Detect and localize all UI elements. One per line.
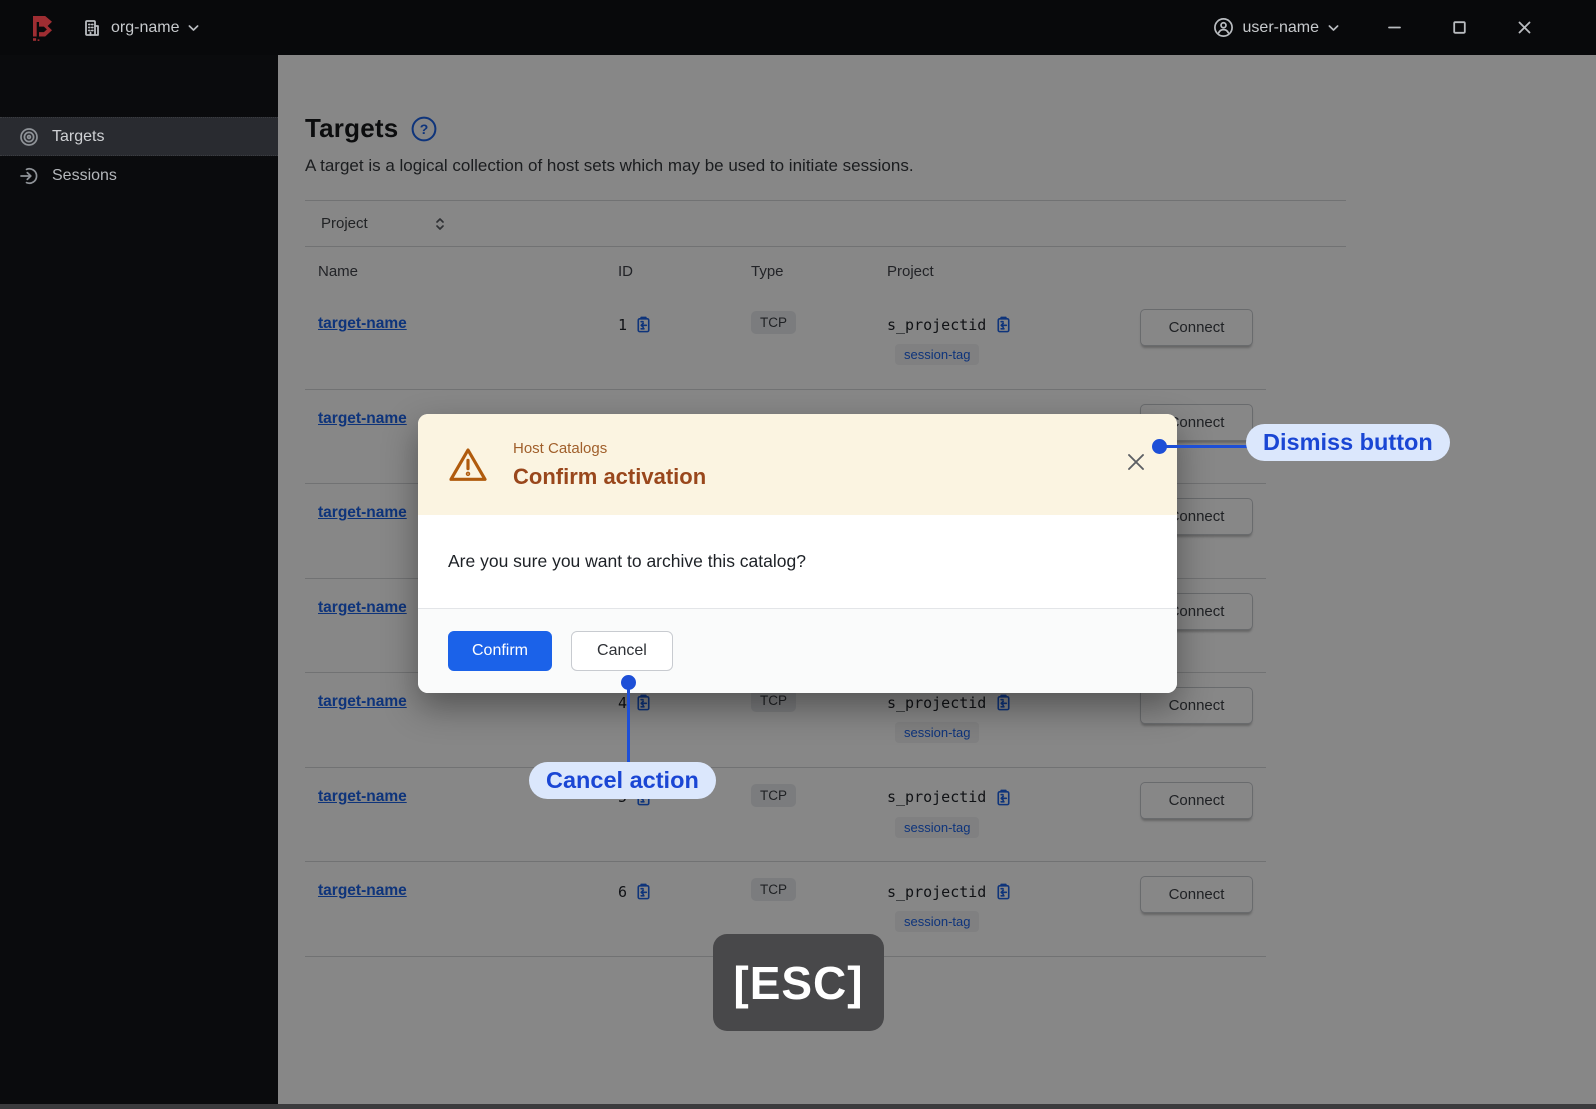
boundary-logo	[26, 12, 58, 44]
sidebar-item-sessions[interactable]: Sessions	[0, 156, 278, 195]
maximize-icon	[1453, 21, 1466, 34]
close-icon	[1518, 21, 1531, 34]
chevron-down-icon	[189, 24, 199, 31]
dismiss-button[interactable]	[1123, 449, 1149, 475]
topbar: org-name user-name	[0, 0, 1596, 55]
boundary-window: org-name user-name Targets Sessions Targ…	[0, 0, 1596, 1109]
dialog-message: Are you sure you want to archive this ca…	[448, 551, 806, 571]
cancel-button[interactable]: Cancel	[571, 631, 673, 671]
org-icon	[85, 19, 99, 36]
user-avatar-icon	[1213, 18, 1233, 37]
cancel-annotation-label: Cancel action	[529, 762, 716, 799]
close-icon	[1128, 454, 1144, 470]
org-name-label: org-name	[111, 18, 180, 36]
user-menu[interactable]: user-name	[1211, 13, 1341, 42]
user-name-label: user-name	[1242, 18, 1319, 36]
sidebar-item-label: Targets	[52, 127, 105, 145]
sidebar-item-targets[interactable]: Targets	[0, 117, 278, 156]
confirm-dialog: Host Catalogs Confirm activation Are you…	[418, 414, 1177, 693]
maximize-button[interactable]	[1450, 18, 1469, 37]
dialog-header: Host Catalogs Confirm activation	[418, 414, 1177, 515]
minimize-button[interactable]	[1385, 18, 1404, 37]
dismiss-annotation-label: Dismiss button	[1246, 424, 1450, 461]
target-icon	[20, 127, 38, 146]
cancel-annotation-line	[627, 688, 630, 763]
confirm-button[interactable]: Confirm	[448, 631, 553, 671]
dialog-title: Confirm activation	[513, 463, 707, 489]
dialog-context: Host Catalogs	[513, 439, 608, 457]
esc-key-badge: [ESC]	[713, 934, 884, 1031]
dialog-footer: Confirm Cancel	[418, 608, 1177, 693]
dialog-body: Are you sure you want to archive this ca…	[418, 515, 1177, 608]
sidebar-item-label: Sessions	[52, 166, 117, 184]
sidebar: Targets Sessions	[0, 55, 278, 1109]
chevron-down-icon	[1328, 24, 1339, 31]
close-window-button[interactable]	[1515, 18, 1534, 37]
session-icon	[20, 167, 38, 184]
minimize-icon	[1388, 26, 1401, 29]
dismiss-annotation-line	[1159, 445, 1247, 448]
warning-icon	[449, 447, 487, 481]
window-bottom-edge	[0, 1104, 1596, 1109]
org-switcher[interactable]: org-name	[80, 14, 201, 42]
window-controls	[1385, 18, 1534, 37]
